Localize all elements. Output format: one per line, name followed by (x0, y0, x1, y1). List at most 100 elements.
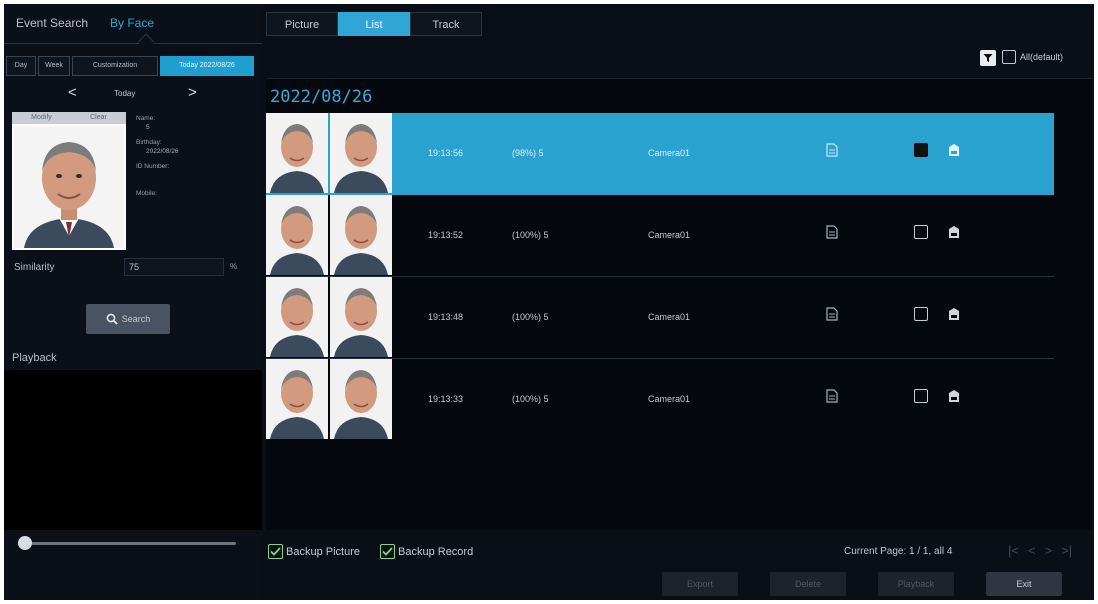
face-capture-image (266, 359, 328, 439)
prev-page-button[interactable]: < (1028, 543, 1036, 558)
backup-record-label: Backup Record (398, 545, 474, 558)
capture-thumbnail[interactable] (266, 113, 328, 193)
face-reference-image (330, 277, 392, 357)
save-icon[interactable] (948, 389, 960, 403)
checkmark-icon (268, 544, 283, 559)
birthday-label: Birthday: (136, 139, 162, 146)
document-icon[interactable] (826, 389, 838, 403)
next-page-button[interactable]: > (1045, 543, 1053, 558)
backup-record-checkbox[interactable]: Backup Record (380, 544, 473, 559)
row-time: 19:13:52 (428, 230, 464, 240)
bottom-bar: Backup Picture Backup Record Current Pag… (266, 536, 1094, 600)
save-icon[interactable] (948, 307, 960, 321)
all-default-checkbox[interactable] (1002, 50, 1016, 64)
modify-button[interactable]: Modify (31, 112, 52, 124)
date-tab-day[interactable]: Day (6, 56, 36, 76)
prev-day-arrow[interactable]: < (68, 84, 77, 101)
person-info: Name: 5 Birthday: 2022/08/26 ID Number: … (136, 114, 258, 198)
birthday-value: 2022/08/26 (146, 148, 179, 155)
mobile-label: Mobile: (136, 190, 157, 197)
similarity-unit: % (230, 262, 238, 271)
row-thumbnails (266, 113, 394, 193)
face-capture-image (266, 113, 328, 193)
exit-button[interactable]: Exit (986, 572, 1062, 596)
right-panel: Picture List Track All(default) 2022/08/… (266, 4, 1094, 600)
tab-list[interactable]: List (338, 12, 410, 36)
document-icon[interactable] (826, 143, 838, 157)
page-info: Current Page: 1 / 1, all 4 (844, 546, 953, 557)
row-select-checkbox[interactable] (914, 307, 928, 321)
row-select-checkbox[interactable] (914, 225, 928, 239)
next-day-arrow[interactable]: > (188, 84, 197, 101)
day-navigator: < Today > (4, 84, 262, 104)
row-camera: Camera01 (648, 312, 691, 322)
reference-thumbnail[interactable] (330, 195, 392, 275)
playback-label: Playback (12, 352, 57, 364)
row-thumbnails (266, 359, 394, 439)
backup-picture-checkbox[interactable]: Backup Picture (268, 544, 360, 559)
first-page-button[interactable]: |< (1008, 543, 1019, 558)
day-label: Today (114, 89, 136, 98)
row-select-checkbox[interactable] (914, 143, 928, 157)
table-row[interactable]: 19:13:52 (100%) 5 Camera01 (266, 195, 1054, 277)
view-tabs: Picture List Track (266, 12, 482, 36)
table-row[interactable]: 19:13:33 (100%) 5 Camera01 (266, 359, 1054, 441)
reference-thumbnail[interactable] (330, 277, 392, 357)
checkmark-icon (380, 544, 395, 559)
search-button-label: Search (121, 314, 151, 324)
clear-button[interactable]: Clear (90, 112, 107, 124)
table-row[interactable]: 19:13:56 (98%) 5 Camera01 (266, 113, 1054, 195)
document-icon[interactable] (826, 225, 838, 239)
search-icon (106, 313, 118, 325)
similarity-input[interactable]: 75 (124, 258, 224, 276)
search-button[interactable]: Search (86, 304, 170, 334)
name-label: Name: (136, 115, 156, 122)
similarity-label: Similarity (14, 262, 55, 273)
tab-track[interactable]: Track (410, 12, 482, 36)
result-list: 2022/08/26 19:13:56 (98%) 5 Camera01 19:… (266, 78, 1092, 530)
playback-slider-track[interactable] (22, 542, 236, 545)
last-page-button[interactable]: >| (1061, 543, 1072, 558)
row-time: 19:13:33 (428, 394, 464, 404)
date-tab-week[interactable]: Week (38, 56, 70, 76)
save-icon[interactable] (948, 143, 960, 157)
all-default-label: All(default) (1020, 52, 1064, 62)
capture-thumbnail[interactable] (266, 277, 328, 357)
reference-thumbnail[interactable] (330, 113, 392, 193)
face-reference-image (330, 195, 392, 275)
row-time: 19:13:48 (428, 312, 464, 322)
face-capture-image (266, 277, 328, 357)
capture-thumbnail[interactable] (266, 195, 328, 275)
row-camera: Camera01 (648, 394, 691, 404)
filter-button[interactable] (980, 50, 996, 66)
date-tab-customization[interactable]: Customization (72, 56, 158, 76)
tab-picture[interactable]: Picture (266, 12, 338, 36)
reference-thumbnail[interactable] (330, 359, 392, 439)
id-number-label: ID Number: (136, 163, 170, 170)
playback-button[interactable]: Playback (878, 572, 954, 596)
date-tab-today[interactable]: Today 2022/08/26 (160, 56, 254, 76)
face-capture-image (266, 195, 328, 275)
playback-video-area[interactable] (4, 370, 262, 530)
face-card: Modify Clear (12, 112, 126, 250)
document-icon[interactable] (826, 307, 838, 321)
row-similarity: (100%) 5 (512, 312, 549, 322)
save-icon[interactable] (948, 225, 960, 239)
row-similarity: (100%) 5 (512, 230, 549, 240)
table-row[interactable]: 19:13:48 (100%) 5 Camera01 (266, 277, 1054, 359)
capture-thumbnail[interactable] (266, 359, 328, 439)
tab-event-search[interactable]: Event Search (16, 16, 88, 30)
event-search-window: Event Search By Face Day Week Customizat… (4, 4, 1094, 600)
row-select-checkbox[interactable] (914, 389, 928, 403)
face-card-buttons: Modify Clear (12, 112, 126, 124)
row-camera: Camera01 (648, 148, 691, 158)
date-range-tabs: Day Week Customization Today 2022/08/26 (6, 56, 260, 76)
face-photo (14, 126, 124, 248)
delete-button[interactable]: Delete (770, 572, 846, 596)
row-thumbnails (266, 277, 394, 357)
face-reference-image (330, 359, 392, 439)
export-button[interactable]: Export (662, 572, 738, 596)
playback-slider-thumb[interactable] (18, 536, 32, 550)
name-value: 5 (146, 124, 150, 131)
tab-by-face[interactable]: By Face (110, 16, 154, 30)
